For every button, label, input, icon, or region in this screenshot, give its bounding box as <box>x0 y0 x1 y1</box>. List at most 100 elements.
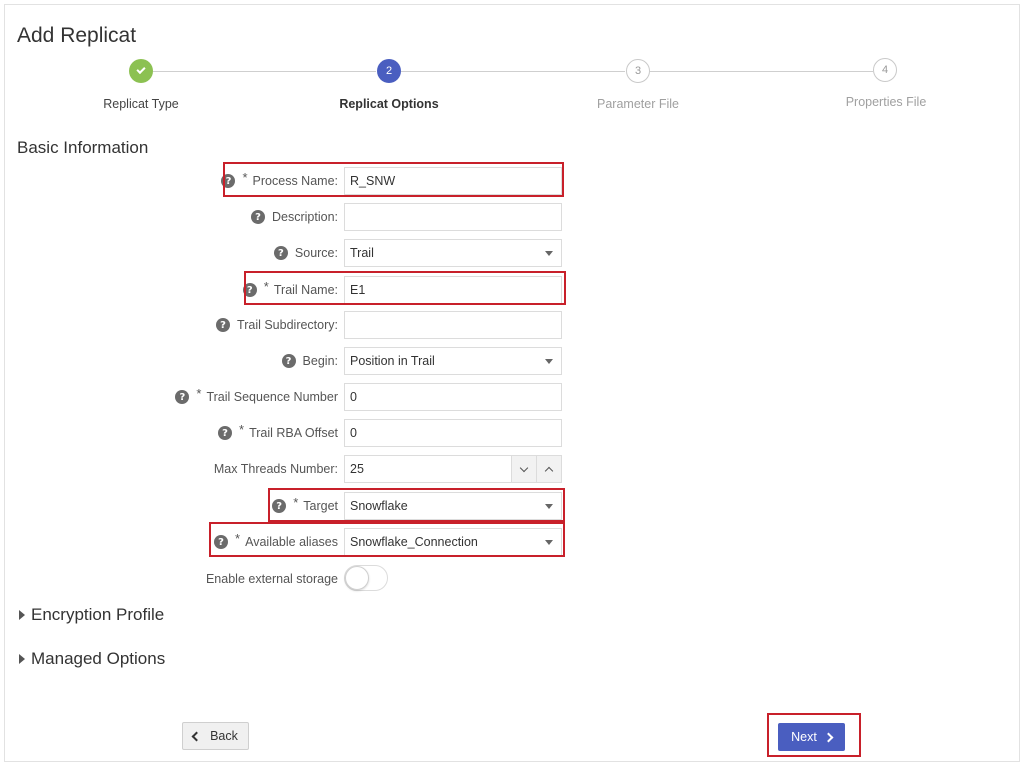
step-2-indicator[interactable]: 2 <box>377 59 401 83</box>
trail-sequence-number-label-group: ? * Trail Sequence Number <box>175 383 338 411</box>
trail-subdirectory-label: Trail Subdirectory: <box>237 318 338 332</box>
trail-sequence-number-input[interactable]: 0 <box>344 383 562 411</box>
help-icon[interactable]: ? <box>218 426 232 440</box>
row-trail-sequence-number: ? * Trail Sequence Number 0 <box>0 383 600 411</box>
step-label-properties-file[interactable]: Properties File <box>806 95 966 109</box>
chevron-left-icon <box>192 731 202 741</box>
max-threads-number-stepper[interactable]: 25 <box>344 455 562 483</box>
available-aliases-select[interactable]: Snowflake_Connection <box>344 528 562 556</box>
trail-rba-offset-label: Trail RBA Offset <box>249 426 338 440</box>
help-icon[interactable]: ? <box>214 535 228 549</box>
back-button-label: Back <box>210 729 238 743</box>
available-aliases-label-group: ? * Available aliases <box>214 528 338 556</box>
help-icon[interactable]: ? <box>282 354 296 368</box>
step-3-indicator[interactable]: 3 <box>626 59 650 83</box>
help-icon[interactable]: ? <box>216 318 230 332</box>
help-icon[interactable]: ? <box>221 174 235 188</box>
trail-subdirectory-label-group: ? Trail Subdirectory: <box>216 311 338 339</box>
increment-chevron-up-icon[interactable] <box>536 456 561 482</box>
process-name-label: Process Name: <box>253 174 338 188</box>
row-begin: ? Begin: Position in Trail <box>0 347 600 375</box>
stepper-buttons <box>511 456 561 482</box>
description-input[interactable] <box>344 203 562 231</box>
available-aliases-label: Available aliases <box>245 535 338 549</box>
row-available-aliases: ? * Available aliases Snowflake_Connecti… <box>0 528 600 556</box>
process-name-input[interactable]: R_SNW <box>344 167 562 195</box>
managed-options-expander[interactable]: Managed Options <box>19 649 165 669</box>
required-marker: * <box>235 531 240 546</box>
target-select-value: Snowflake <box>350 499 408 513</box>
toggle-knob <box>345 566 369 590</box>
chevron-down-icon <box>545 251 553 256</box>
step-label-replicat-options[interactable]: Replicat Options <box>309 97 469 111</box>
description-label: Description: <box>272 210 338 224</box>
max-threads-number-label: Max Threads Number: <box>214 462 338 476</box>
help-icon[interactable]: ? <box>175 390 189 404</box>
row-description: ? Description: <box>0 203 600 231</box>
help-icon[interactable]: ? <box>274 246 288 260</box>
description-label-group: ? Description: <box>251 203 338 231</box>
encryption-profile-expander[interactable]: Encryption Profile <box>19 605 164 625</box>
encryption-profile-label: Encryption Profile <box>31 605 164 625</box>
begin-label: Begin: <box>303 354 338 368</box>
caret-right-icon <box>19 654 25 664</box>
target-label: Target <box>303 499 338 513</box>
row-source: ? Source: Trail <box>0 239 600 267</box>
available-aliases-select-value: Snowflake_Connection <box>350 535 478 549</box>
begin-label-group: ? Begin: <box>282 347 338 375</box>
managed-options-label: Managed Options <box>31 649 165 669</box>
step-connector <box>650 71 873 72</box>
row-process-name: ? * Process Name: R_SNW <box>0 167 600 195</box>
begin-select[interactable]: Position in Trail <box>344 347 562 375</box>
process-name-label-group: ? * Process Name: <box>221 167 338 195</box>
target-label-group: ? * Target <box>272 492 338 520</box>
required-marker: * <box>264 279 269 294</box>
row-enable-external-storage: Enable external storage <box>0 565 600 593</box>
section-heading-basic-information: Basic Information <box>17 138 148 158</box>
required-marker: * <box>242 170 247 185</box>
trail-sequence-number-label: Trail Sequence Number <box>206 390 338 404</box>
enable-external-storage-label-group: Enable external storage <box>206 565 338 593</box>
required-marker: * <box>293 495 298 510</box>
row-trail-subdirectory: ? Trail Subdirectory: <box>0 311 600 339</box>
help-icon[interactable]: ? <box>251 210 265 224</box>
trail-rba-offset-label-group: ? * Trail RBA Offset <box>218 419 338 447</box>
next-button[interactable]: Next <box>778 723 845 751</box>
row-target: ? * Target Snowflake <box>0 492 600 520</box>
row-trail-name: ? * Trail Name: E1 <box>0 276 600 304</box>
step-label-replicat-type[interactable]: Replicat Type <box>61 97 221 111</box>
help-icon[interactable]: ? <box>272 499 286 513</box>
trail-subdirectory-input[interactable] <box>344 311 562 339</box>
required-marker: * <box>239 422 244 437</box>
trail-name-label: Trail Name: <box>274 283 338 297</box>
step-4-indicator[interactable]: 4 <box>873 58 897 82</box>
chevron-down-icon <box>545 504 553 509</box>
source-label-group: ? Source: <box>274 239 338 267</box>
trail-name-label-group: ? * Trail Name: <box>243 276 338 304</box>
max-threads-number-label-group: Max Threads Number: <box>214 455 338 483</box>
required-marker: * <box>196 386 201 401</box>
chevron-down-icon <box>545 540 553 545</box>
row-trail-rba-offset: ? * Trail RBA Offset 0 <box>0 419 600 447</box>
help-icon[interactable]: ? <box>243 283 257 297</box>
back-button[interactable]: Back <box>182 722 249 750</box>
chevron-right-icon <box>823 732 833 742</box>
page-title: Add Replicat <box>17 24 136 48</box>
source-select[interactable]: Trail <box>344 239 562 267</box>
source-label: Source: <box>295 246 338 260</box>
begin-select-value: Position in Trail <box>350 354 435 368</box>
decrement-chevron-down-icon[interactable] <box>511 456 536 482</box>
enable-external-storage-toggle[interactable] <box>344 565 388 591</box>
target-select[interactable]: Snowflake <box>344 492 562 520</box>
chevron-down-icon <box>545 359 553 364</box>
enable-external-storage-label: Enable external storage <box>206 572 338 586</box>
max-threads-number-value: 25 <box>350 462 364 476</box>
step-connector <box>401 71 625 72</box>
trail-rba-offset-input[interactable]: 0 <box>344 419 562 447</box>
step-1-check-icon[interactable] <box>129 59 153 83</box>
step-connector <box>153 71 376 72</box>
trail-name-input[interactable]: E1 <box>344 276 562 304</box>
step-label-parameter-file[interactable]: Parameter File <box>558 97 718 111</box>
next-button-label: Next <box>791 730 817 744</box>
source-select-value: Trail <box>350 246 374 260</box>
